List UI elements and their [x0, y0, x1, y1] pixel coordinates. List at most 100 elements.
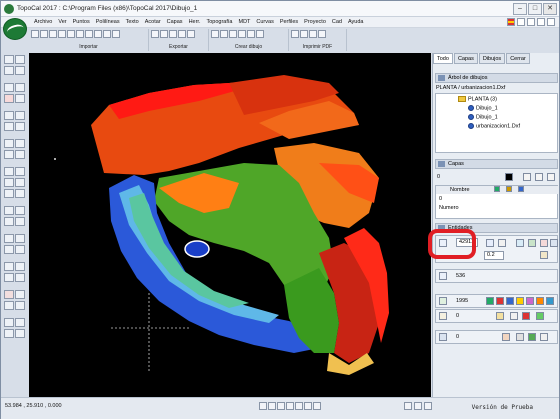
export-kml-icon[interactable]	[169, 30, 177, 38]
menu-mdt[interactable]: MDT	[235, 18, 253, 26]
block-insert-icon[interactable]	[502, 333, 510, 341]
grid-tool-icon[interactable]	[4, 245, 14, 254]
dyn-toggle-icon[interactable]	[304, 402, 312, 410]
help-icon[interactable]	[527, 18, 535, 26]
export-txt-icon[interactable]	[187, 30, 195, 38]
print-preview-icon[interactable]	[309, 30, 317, 38]
menu-curvas[interactable]: Curvas	[253, 18, 276, 26]
texts-icon[interactable]	[439, 312, 447, 320]
grid-toggle-icon[interactable]	[268, 402, 276, 410]
block-tool-icon[interactable]	[15, 150, 25, 159]
import-kml-icon[interactable]	[103, 30, 111, 38]
point-color-icon[interactable]	[540, 239, 548, 247]
text-tool-icon[interactable]	[15, 94, 25, 103]
color-tool-icon[interactable]	[4, 262, 14, 271]
scale-tool-icon[interactable]	[15, 178, 25, 187]
coord-tool-icon[interactable]	[15, 245, 25, 254]
polyline-green-icon[interactable]	[486, 297, 494, 305]
profile-tool-icon[interactable]	[4, 139, 14, 148]
house-tool-icon[interactable]	[15, 301, 25, 310]
drawing-view-icon[interactable]	[220, 30, 228, 38]
menu-topografia[interactable]: Topografía	[203, 18, 235, 26]
help-tool-icon[interactable]	[15, 329, 25, 338]
section-tool-icon[interactable]	[15, 139, 25, 148]
join-tool-icon[interactable]	[15, 217, 25, 226]
import-txt-icon[interactable]	[85, 30, 93, 38]
point-size-select[interactable]: 0.2	[484, 251, 504, 260]
menu-acotar[interactable]: Acotar	[142, 18, 164, 26]
polyline-tool-icon[interactable]	[4, 83, 14, 92]
erase-tool-icon[interactable]	[4, 217, 14, 226]
contour-tool-icon[interactable]	[4, 111, 14, 120]
polyline-yellow-icon[interactable]	[516, 297, 524, 305]
polyline-cyan-icon[interactable]	[546, 297, 554, 305]
new-file-icon[interactable]	[31, 30, 39, 38]
plot-icon[interactable]	[318, 30, 326, 38]
tree-item-urbanizacion[interactable]: urbanizacion1.Dxf	[468, 123, 520, 129]
print-tool-icon[interactable]	[4, 329, 14, 338]
trim-tool-icon[interactable]	[4, 189, 14, 198]
rotate-tool-icon[interactable]	[4, 178, 14, 187]
tree-item-planta[interactable]: PLANTA (3)	[458, 96, 497, 102]
lineweight-toggle-icon[interactable]	[313, 402, 321, 410]
layer-delete-icon[interactable]	[547, 173, 555, 181]
export-csv-icon[interactable]	[178, 30, 186, 38]
tree-panel-header[interactable]: Árbol de dibujos	[435, 73, 558, 83]
polyline-magenta-icon[interactable]	[526, 297, 534, 305]
text-layer-icon[interactable]	[536, 312, 544, 320]
mdt-tool-icon[interactable]	[15, 111, 25, 120]
menu-perfiles[interactable]: Perfiles	[277, 18, 301, 26]
polylines-icon[interactable]	[439, 297, 447, 305]
point-filter-icon[interactable]	[516, 239, 524, 247]
copy-tool-icon[interactable]	[15, 167, 25, 176]
drawing-canvas[interactable]	[29, 53, 431, 397]
layer-properties-icon[interactable]	[523, 173, 531, 181]
drawing-frame-icon[interactable]	[238, 30, 246, 38]
style-tool-icon[interactable]	[15, 262, 25, 271]
save-as-icon[interactable]	[58, 30, 66, 38]
blocks-icon[interactable]	[439, 333, 447, 341]
text-style-icon[interactable]	[496, 312, 504, 320]
volume-tool-icon[interactable]	[4, 234, 14, 243]
menu-proyecto[interactable]: Proyecto	[301, 18, 329, 26]
road-tool-icon[interactable]	[4, 301, 14, 310]
zoom-tool-icon[interactable]	[15, 55, 25, 64]
zoom-in-icon[interactable]	[404, 402, 412, 410]
menu-archivo[interactable]: Archivo	[31, 18, 55, 26]
menu-ver[interactable]: Ver	[55, 18, 69, 26]
export-dxf-icon[interactable]	[151, 30, 159, 38]
text-color-icon[interactable]	[522, 312, 530, 320]
import-dxf-icon[interactable]	[67, 30, 75, 38]
snap-toggle-icon[interactable]	[259, 402, 267, 410]
layer-row-0[interactable]: 0	[436, 195, 558, 203]
layers-tool-icon[interactable]	[15, 318, 25, 327]
tree-item-dibujo-1-copy[interactable]: Dibujo_1	[468, 114, 498, 120]
close-button[interactable]: ✕	[543, 3, 557, 15]
layer-tool-icon[interactable]	[4, 94, 14, 103]
offset-tool-icon[interactable]	[4, 206, 14, 215]
gear-tool-icon[interactable]	[4, 318, 14, 327]
pdf-icon[interactable]	[300, 30, 308, 38]
block-list-icon[interactable]	[540, 333, 548, 341]
menu-polilineas[interactable]: Polilíneas	[93, 18, 123, 26]
block-green-icon[interactable]	[528, 333, 536, 341]
tab-dibujos[interactable]: Dibujos	[478, 53, 506, 64]
measure-tool-icon[interactable]	[4, 122, 14, 131]
star-tool-icon[interactable]	[15, 290, 25, 299]
slope-tool-icon[interactable]	[15, 234, 25, 243]
drawing-text-icon[interactable]	[256, 30, 264, 38]
tab-cerrar[interactable]: Cerrar	[506, 53, 530, 64]
layers-panel-header[interactable]: Capas	[435, 159, 558, 169]
polyline-blue-icon[interactable]	[506, 297, 514, 305]
image-tool-icon[interactable]	[4, 273, 14, 282]
menu-texto[interactable]: Texto	[123, 18, 142, 26]
move-tool-icon[interactable]	[4, 167, 14, 176]
flag-tool-icon[interactable]	[4, 290, 14, 299]
export-points-icon[interactable]	[160, 30, 168, 38]
zoom-extents-icon[interactable]	[424, 402, 432, 410]
polyline-red-icon[interactable]	[496, 297, 504, 305]
area-tool-icon[interactable]	[15, 122, 25, 131]
block-edit-icon[interactable]	[516, 333, 524, 341]
import-image-icon[interactable]	[112, 30, 120, 38]
import-points-icon[interactable]	[76, 30, 84, 38]
